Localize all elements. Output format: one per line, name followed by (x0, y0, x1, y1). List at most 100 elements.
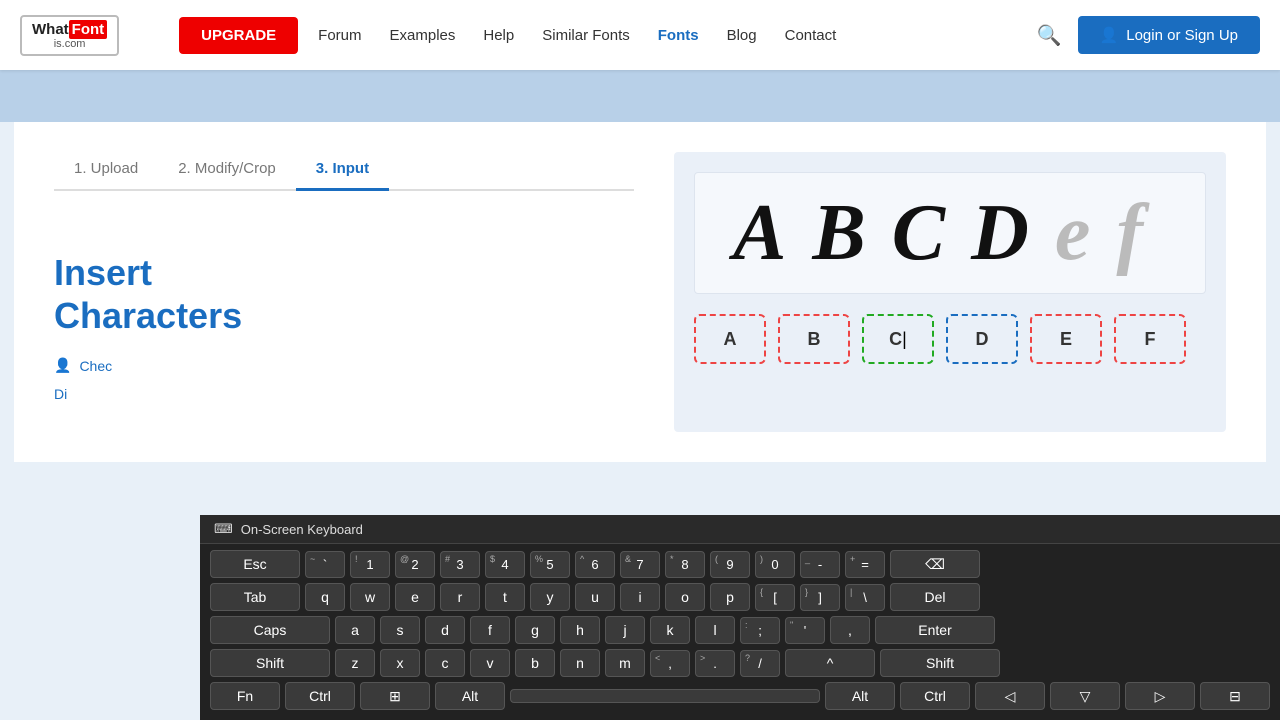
key-3[interactable]: #3 (440, 551, 480, 578)
key-ctrl-left[interactable]: Ctrl (285, 682, 355, 710)
key-9[interactable]: (9 (710, 551, 750, 578)
nav-forum[interactable]: Forum (318, 27, 361, 44)
key-win-right[interactable]: ⊟ (1200, 682, 1270, 710)
key-w[interactable]: w (350, 583, 390, 611)
font-display: A B C D e f (694, 172, 1206, 294)
key-y[interactable]: y (530, 583, 570, 611)
char-input-D[interactable]: D (946, 314, 1018, 364)
step-upload[interactable]: 1. Upload (54, 152, 158, 189)
nav-examples[interactable]: Examples (390, 27, 456, 44)
key-k[interactable]: k (650, 616, 690, 644)
font-char-e: e (1047, 193, 1099, 273)
key-z[interactable]: z (335, 649, 375, 677)
upgrade-button[interactable]: UPGRADE (179, 17, 298, 54)
key-enter[interactable]: Enter (875, 616, 995, 644)
logo[interactable]: WhatFont is.com (20, 15, 139, 56)
key-del[interactable]: Del (890, 583, 980, 611)
key-b[interactable]: b (515, 649, 555, 677)
step-input[interactable]: 3. Input (296, 152, 389, 189)
key-esc[interactable]: Esc (210, 550, 300, 578)
key-d[interactable]: d (425, 616, 465, 644)
key-tab[interactable]: Tab (210, 583, 300, 611)
key-bracket-open[interactable]: {[ (755, 584, 795, 611)
user-icon-small: 👤 (54, 357, 71, 374)
key-s[interactable]: s (380, 616, 420, 644)
key-6[interactable]: ^6 (575, 551, 615, 578)
nav-fonts[interactable]: Fonts (658, 27, 699, 44)
char-input-E[interactable]: E (1030, 314, 1102, 364)
kb-row-1: Esc ~` !1 @2 #3 $4 %5 ^6 &7 *8 (9 )0 _- … (210, 550, 1270, 578)
key-win-left[interactable]: ⊞ (360, 682, 430, 710)
char-input-B[interactable]: B (778, 314, 850, 364)
key-i[interactable]: i (620, 583, 660, 611)
key-m[interactable]: m (605, 649, 645, 677)
step-modify[interactable]: 2. Modify/Crop (158, 152, 296, 189)
key-shift-left[interactable]: Shift (210, 649, 330, 677)
key-t[interactable]: t (485, 583, 525, 611)
key-space[interactable] (510, 689, 820, 703)
char-inputs: A B C D E F (694, 314, 1206, 364)
key-a[interactable]: a (335, 616, 375, 644)
font-char-B: B (804, 193, 873, 273)
key-comma-row3[interactable]: , (830, 616, 870, 644)
key-slash[interactable]: ?/ (740, 650, 780, 677)
key-p[interactable]: p (710, 583, 750, 611)
key-e[interactable]: e (395, 583, 435, 611)
key-comma[interactable]: <, (650, 650, 690, 677)
char-input-C[interactable]: C (862, 314, 934, 364)
char-input-F[interactable]: F (1114, 314, 1186, 364)
key-h[interactable]: h (560, 616, 600, 644)
key-quote[interactable]: "' (785, 617, 825, 644)
nav-help[interactable]: Help (483, 27, 514, 44)
login-button[interactable]: 👤 Login or Sign Up (1078, 16, 1260, 54)
nav-blog[interactable]: Blog (727, 27, 757, 44)
key-8[interactable]: *8 (665, 551, 705, 578)
key-arrow-left[interactable]: ◁ (975, 682, 1045, 710)
key-0[interactable]: )0 (755, 551, 795, 578)
nav-similar-fonts[interactable]: Similar Fonts (542, 27, 630, 44)
key-1[interactable]: !1 (350, 551, 390, 578)
key-arrow-right[interactable]: ▷ (1125, 682, 1195, 710)
key-7[interactable]: &7 (620, 551, 660, 578)
key-arrow-down[interactable]: ▽ (1050, 682, 1120, 710)
key-c[interactable]: c (425, 649, 465, 677)
key-backspace[interactable]: ⌫ (890, 550, 980, 578)
key-x[interactable]: x (380, 649, 420, 677)
key-semicolon[interactable]: :; (740, 617, 780, 644)
font-char-A: A (725, 193, 794, 273)
key-o[interactable]: o (665, 583, 705, 611)
key-u[interactable]: u (575, 583, 615, 611)
key-tilde[interactable]: ~` (305, 551, 345, 578)
key-l[interactable]: l (695, 616, 735, 644)
key-backslash[interactable]: |\ (845, 584, 885, 611)
nav-contact[interactable]: Contact (785, 27, 837, 44)
font-char-C: C (884, 193, 953, 273)
key-q[interactable]: q (305, 583, 345, 611)
char-input-A[interactable]: A (694, 314, 766, 364)
key-2[interactable]: @2 (395, 551, 435, 578)
key-v[interactable]: v (470, 649, 510, 677)
key-n[interactable]: n (560, 649, 600, 677)
key-f[interactable]: f (470, 616, 510, 644)
key-5[interactable]: %5 (530, 551, 570, 578)
key-4[interactable]: $4 (485, 551, 525, 578)
kb-row-5: Fn Ctrl ⊞ Alt Alt Ctrl ◁ ▽ ▷ ⊟ (210, 682, 1270, 710)
key-r[interactable]: r (440, 583, 480, 611)
key-equals[interactable]: += (845, 551, 885, 578)
key-period[interactable]: >. (695, 650, 735, 677)
key-ctrl-right[interactable]: Ctrl (900, 682, 970, 710)
key-alt-right[interactable]: Alt (825, 682, 895, 710)
key-alt-left[interactable]: Alt (435, 682, 505, 710)
key-j[interactable]: j (605, 616, 645, 644)
key-shift-right[interactable]: Shift (880, 649, 1000, 677)
kb-row-4: Shift z x c v b n m <, >. ?/ ^ Shift (210, 649, 1270, 677)
key-fn[interactable]: Fn (210, 682, 280, 710)
key-bracket-close[interactable]: }] (800, 584, 840, 611)
right-panel: A B C D e f A B C D E F (674, 152, 1226, 432)
key-up[interactable]: ^ (785, 649, 875, 677)
key-minus[interactable]: _- (800, 551, 840, 578)
key-g[interactable]: g (515, 616, 555, 644)
search-button[interactable]: 🔍 (1037, 23, 1062, 48)
main-nav: Forum Examples Help Similar Fonts Fonts … (318, 27, 1026, 44)
key-caps[interactable]: Caps (210, 616, 330, 644)
